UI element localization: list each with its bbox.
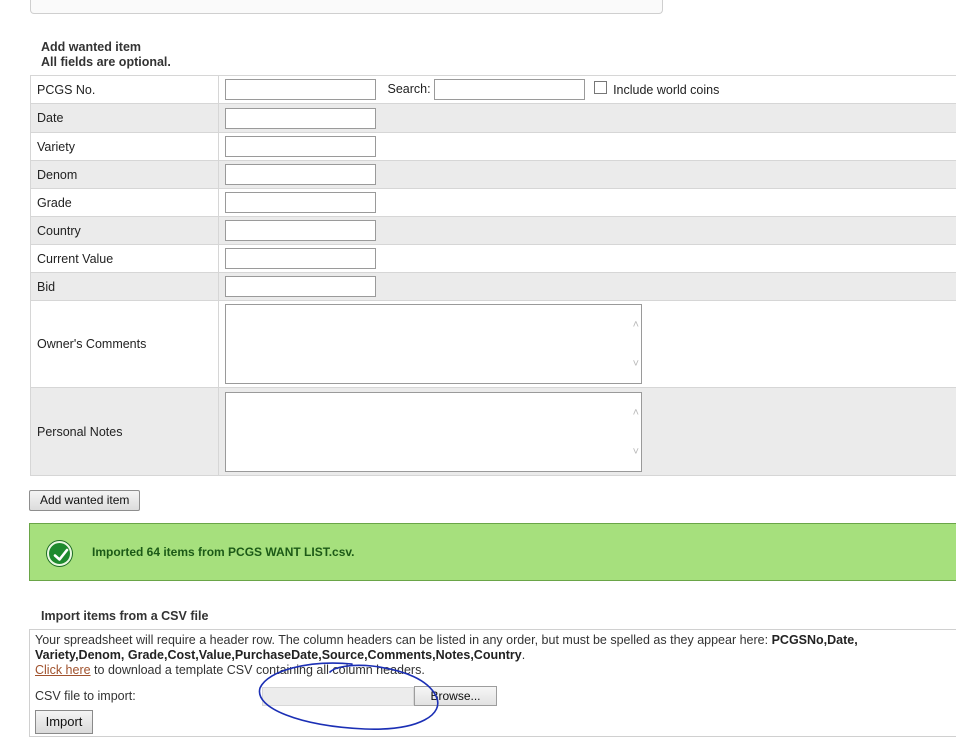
form-row-bid: Bid (30, 272, 956, 301)
form-row-pcgs: PCGS No. Search: Include world coins (30, 75, 956, 104)
country-cell (218, 216, 956, 245)
import-instructions: Your spreadsheet will require a header r… (35, 633, 935, 678)
date-label: Date (30, 103, 219, 133)
bid-label: Bid (30, 272, 219, 301)
add-wanted-item-heading: Add wanted item (41, 40, 142, 54)
date-input[interactable] (225, 107, 376, 129)
variety-label: Variety (30, 132, 219, 161)
include-world-coins-checkbox[interactable] (594, 81, 608, 94)
instructions-period: . (521, 648, 526, 662)
scroll-up-icon[interactable]: ˄ (633, 407, 639, 419)
success-check-icon (47, 541, 72, 566)
import-button[interactable]: Import (35, 710, 93, 734)
add-wanted-item-button[interactable]: Add wanted item (29, 490, 141, 511)
form-row-grade: Grade (30, 188, 956, 217)
csv-file-label: CSV file to import: (35, 689, 136, 703)
grade-label: Grade (30, 188, 219, 217)
include-world-coins-label: Include world coins (613, 82, 720, 97)
import-instructions-text: Your spreadsheet will require a header r… (35, 633, 769, 647)
search-group: Search: (387, 79, 585, 100)
country-input[interactable] (225, 220, 376, 241)
personal-notes-label: Personal Notes (30, 387, 219, 476)
form-row-personal-notes: Personal Notes ˄ ˅ (30, 387, 956, 476)
form-row-date: Date (30, 103, 956, 133)
pcgs-no-cell: Search: Include world coins (218, 75, 956, 104)
current-value-cell (218, 244, 956, 273)
pcgs-no-label: PCGS No. (30, 75, 219, 104)
scroll-down-icon[interactable]: ˅ (633, 446, 639, 458)
personal-notes-textarea[interactable]: ˄ ˅ (225, 391, 642, 472)
wanted-item-form: PCGS No. Search: Include world coins Dat… (30, 75, 956, 476)
personal-notes-input[interactable] (225, 391, 642, 472)
variety-cell (218, 132, 956, 161)
optional-fields-note: All fields are optional. (41, 55, 171, 69)
success-banner: Imported 64 items from PCGS WANT LIST.cs… (29, 523, 956, 581)
variety-input[interactable] (225, 136, 376, 157)
bid-cell (218, 272, 956, 301)
denom-label: Denom (30, 160, 219, 189)
form-row-owners-comments: Owner's Comments ˄ ˅ (30, 300, 956, 388)
form-row-country: Country (30, 216, 956, 245)
bid-input[interactable] (225, 276, 376, 297)
denom-input[interactable] (225, 164, 376, 185)
scroll-up-icon[interactable]: ˄ (633, 320, 639, 331)
current-value-input[interactable] (225, 248, 376, 269)
country-label: Country (30, 216, 219, 245)
template-download-link[interactable]: Click here (35, 663, 91, 677)
template-download-text: to download a template CSV containing al… (90, 663, 425, 677)
top-panel-edge (30, 0, 663, 14)
owners-comments-label: Owner's Comments (30, 300, 219, 388)
current-value-label: Current Value (30, 244, 219, 273)
grade-cell (218, 188, 956, 217)
browse-button[interactable]: Browse... (414, 686, 497, 706)
import-csv-heading: Import items from a CSV file (41, 609, 209, 623)
success-message: Imported 64 items from PCGS WANT LIST.cs… (92, 545, 355, 559)
denom-cell (218, 160, 956, 189)
form-row-variety: Variety (30, 132, 956, 161)
grade-input[interactable] (225, 192, 376, 213)
personal-notes-cell: ˄ ˅ (218, 387, 956, 476)
owners-comments-textarea[interactable]: ˄ ˅ (225, 304, 642, 384)
form-row-denom: Denom (30, 160, 956, 189)
csv-file-input[interactable] (262, 687, 414, 706)
date-cell (218, 103, 956, 133)
owners-comments-cell: ˄ ˅ (218, 300, 956, 388)
search-label: Search: (387, 81, 431, 96)
form-row-current-value: Current Value (30, 244, 956, 273)
owners-comments-input[interactable] (225, 304, 642, 384)
search-input[interactable] (433, 79, 585, 100)
import-csv-panel: Your spreadsheet will require a header r… (29, 629, 956, 737)
scroll-down-icon[interactable]: ˅ (633, 359, 639, 370)
pcgs-no-input[interactable] (225, 79, 376, 100)
